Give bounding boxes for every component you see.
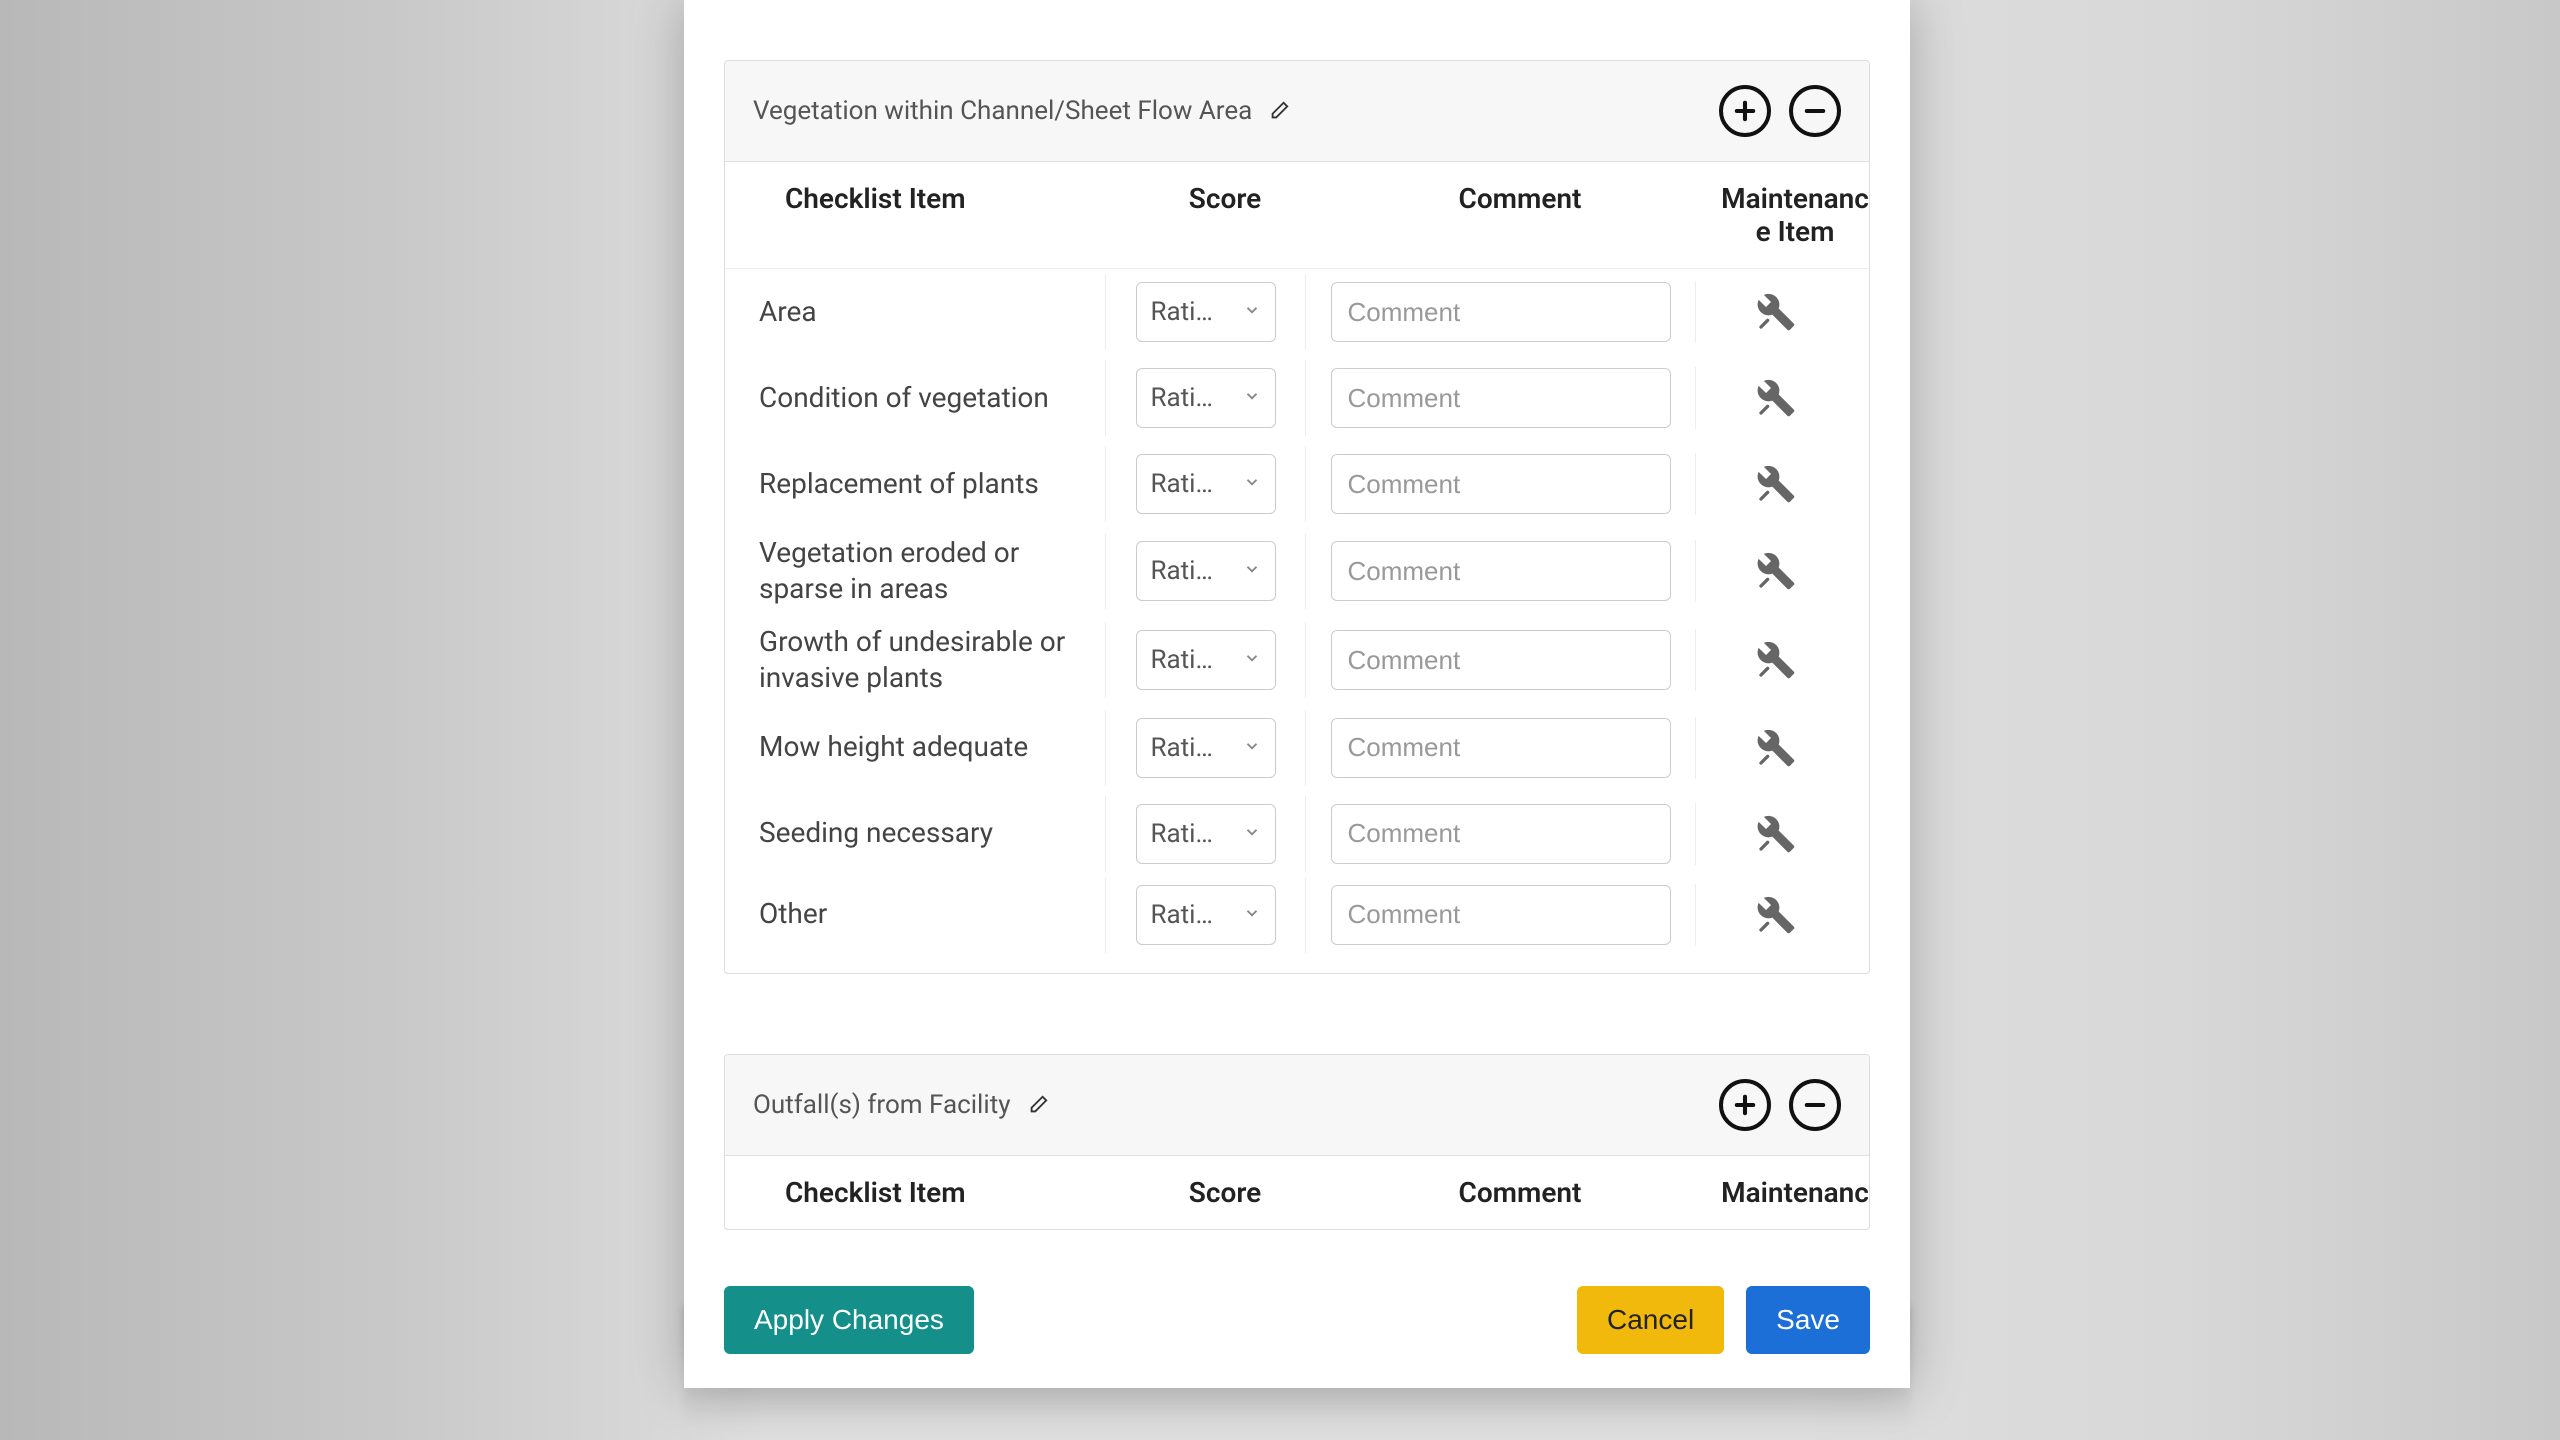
table-row: Other Rati… — [725, 877, 1869, 973]
comment-input[interactable] — [1331, 804, 1671, 864]
apply-changes-button[interactable]: Apply Changes — [724, 1286, 974, 1354]
item-label: Seeding necessary — [759, 815, 993, 851]
item-label: Area — [759, 294, 817, 330]
maintenance-icon[interactable] — [1753, 461, 1799, 507]
score-select[interactable]: Rati… — [1136, 718, 1276, 778]
comment-input[interactable] — [1331, 630, 1671, 690]
comment-input[interactable] — [1331, 885, 1671, 945]
table-row: Area Rati… — [725, 269, 1869, 355]
col-score: Score — [1125, 182, 1325, 248]
score-select[interactable]: Rati… — [1136, 454, 1276, 514]
edit-icon[interactable] — [1266, 98, 1292, 124]
score-select[interactable]: Rati… — [1136, 804, 1276, 864]
col-comment: Comment — [1325, 182, 1715, 248]
col-comment: Comment — [1325, 1176, 1715, 1209]
score-select[interactable]: Rati… — [1136, 541, 1276, 601]
item-label: Other — [759, 896, 827, 932]
section-header: Outfall(s) from Facility — [725, 1055, 1869, 1156]
chevron-down-icon — [1243, 472, 1261, 496]
table-row: Replacement of plants Rati… — [725, 441, 1869, 527]
maintenance-icon[interactable] — [1753, 289, 1799, 335]
table-row: Vegetation eroded or sparse in areas Rat… — [725, 527, 1869, 616]
score-select[interactable]: Rati… — [1136, 885, 1276, 945]
chevron-down-icon — [1243, 903, 1261, 927]
item-label: Replacement of plants — [759, 466, 1039, 502]
item-label: Growth of undesirable or invasive plants — [759, 624, 1087, 697]
comment-input[interactable] — [1331, 282, 1671, 342]
section-vegetation: Vegetation within Channel/Sheet Flow Are… — [724, 60, 1870, 974]
remove-button[interactable] — [1789, 1079, 1841, 1131]
item-label: Condition of vegetation — [759, 380, 1049, 416]
table-row: Condition of vegetation Rati… — [725, 355, 1869, 441]
score-select[interactable]: Rati… — [1136, 630, 1276, 690]
score-select[interactable]: Rati… — [1136, 282, 1276, 342]
col-checklist-item: Checklist Item — [745, 1176, 1125, 1209]
chevron-down-icon — [1243, 559, 1261, 583]
comment-input[interactable] — [1331, 454, 1671, 514]
maintenance-icon[interactable] — [1753, 725, 1799, 771]
table-row: Growth of undesirable or invasive plants… — [725, 616, 1869, 705]
chevron-down-icon — [1243, 386, 1261, 410]
add-button[interactable] — [1719, 85, 1771, 137]
section-outfall: Outfall(s) from Facility Checklist Item … — [724, 1054, 1870, 1230]
col-maintenance: Maintenanc — [1715, 1176, 1875, 1209]
footer: Apply Changes Cancel Save — [684, 1258, 1910, 1388]
comment-input[interactable] — [1331, 718, 1671, 778]
section-header: Vegetation within Channel/Sheet Flow Are… — [725, 61, 1869, 162]
form-panel: Vegetation within Channel/Sheet Flow Are… — [684, 0, 1910, 1388]
cancel-button[interactable]: Cancel — [1577, 1286, 1724, 1354]
section-title: Vegetation within Channel/Sheet Flow Are… — [753, 96, 1252, 126]
maintenance-icon[interactable] — [1753, 637, 1799, 683]
col-score: Score — [1125, 1176, 1325, 1209]
maintenance-icon[interactable] — [1753, 375, 1799, 421]
remove-button[interactable] — [1789, 85, 1841, 137]
edit-icon[interactable] — [1025, 1092, 1051, 1118]
col-maintenance: Maintenance Item — [1715, 182, 1875, 248]
section-title: Outfall(s) from Facility — [753, 1090, 1011, 1120]
maintenance-icon[interactable] — [1753, 811, 1799, 857]
table-row: Mow height adequate Rati… — [725, 705, 1869, 791]
table-header-row: Checklist Item Score Comment Maintenance… — [725, 162, 1869, 269]
save-button[interactable]: Save — [1746, 1286, 1870, 1354]
item-label: Vegetation eroded or sparse in areas — [759, 535, 1087, 608]
table-row: Seeding necessary Rati… — [725, 791, 1869, 877]
comment-input[interactable] — [1331, 368, 1671, 428]
col-checklist-item: Checklist Item — [745, 182, 1125, 248]
add-button[interactable] — [1719, 1079, 1771, 1131]
chevron-down-icon — [1243, 822, 1261, 846]
score-select[interactable]: Rati… — [1136, 368, 1276, 428]
maintenance-icon[interactable] — [1753, 548, 1799, 594]
item-label: Mow height adequate — [759, 729, 1028, 765]
table-header-row: Checklist Item Score Comment Maintenanc — [725, 1156, 1869, 1229]
comment-input[interactable] — [1331, 541, 1671, 601]
maintenance-icon[interactable] — [1753, 892, 1799, 938]
chevron-down-icon — [1243, 648, 1261, 672]
chevron-down-icon — [1243, 736, 1261, 760]
chevron-down-icon — [1243, 300, 1261, 324]
